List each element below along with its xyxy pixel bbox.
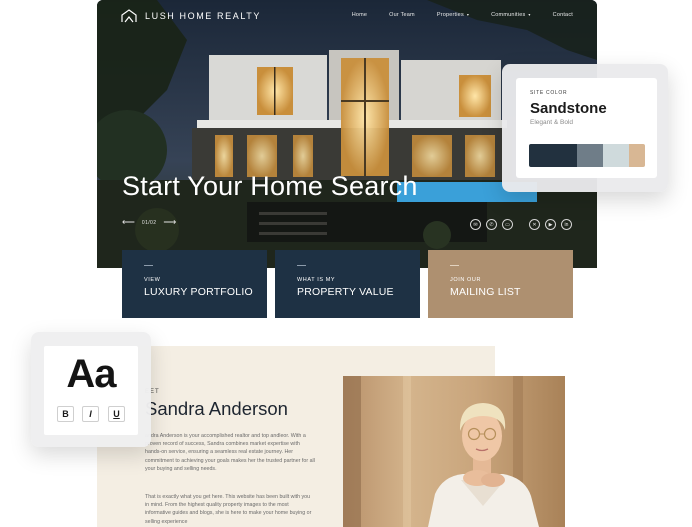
nav-menu: Home Our Team Properties ▾ Communities ▾ C…	[352, 12, 573, 18]
nav-item-label: Home	[351, 12, 368, 18]
tile-dash	[144, 265, 153, 266]
cta-property-value[interactable]: WHAT IS MY PROPERTY VALUE	[275, 250, 420, 318]
site-color-panel: SITE COLOR Sandstone Elegant & Bold	[502, 64, 668, 192]
palette-name: Sandstone	[530, 100, 607, 117]
agent-name: Sandra Anderson	[145, 398, 288, 419]
about-paragraph-2: That is exactly what you get here. This …	[145, 494, 312, 525]
arrow-left-icon[interactable]: ⟵	[122, 218, 135, 227]
linkedin-icon[interactable]: in	[561, 219, 572, 230]
swatch-sand[interactable]	[629, 144, 645, 167]
nav-item-contact[interactable]: Contact	[553, 12, 573, 18]
cta-mailing-list[interactable]: JOIN OUR MAILING LIST	[428, 250, 573, 318]
house-logo-icon	[121, 9, 137, 23]
color-swatches	[529, 144, 645, 167]
chevron-down-icon: ▾	[528, 12, 531, 17]
phone-icon[interactable]: ✆	[486, 219, 497, 230]
nav-item-communities[interactable]: Communities ▾	[491, 12, 531, 18]
slide-counter: 01/02	[141, 219, 157, 226]
cta-luxury-portfolio[interactable]: VIEW LUXURY PORTFOLIO	[122, 250, 267, 318]
underline-button[interactable]: U	[108, 406, 125, 422]
nav-item-label: Communities	[491, 12, 526, 18]
top-navigation: LUSH HOME REALTY Home Our Team Propertie…	[97, 0, 597, 32]
nav-item-our-team[interactable]: Our Team	[389, 12, 415, 18]
nav-item-home[interactable]: Home	[352, 12, 367, 18]
cta-kicker: JOIN OUR	[450, 277, 482, 283]
typography-panel: Aa B I U	[31, 332, 151, 447]
site-color-card[interactable]: SITE COLOR Sandstone Elegant & Bold	[516, 78, 657, 178]
site-color-label: SITE COLOR	[530, 90, 568, 96]
brand-name: LUSH HOME REALTY	[145, 11, 261, 21]
nav-item-label: Properties	[436, 12, 464, 18]
agent-portrait	[343, 376, 565, 527]
cta-kicker: WHAT IS MY	[297, 277, 336, 283]
font-sample: Aa	[66, 352, 116, 396]
cta-heading: PROPERTY VALUE	[297, 286, 394, 298]
cta-kicker: VIEW	[144, 277, 161, 283]
x-icon[interactable]: ✕	[529, 219, 540, 230]
palette-subtitle: Elegant & Bold	[530, 119, 574, 126]
youtube-icon[interactable]: ▶	[545, 219, 556, 230]
brand-logo[interactable]: LUSH HOME REALTY	[121, 9, 261, 23]
chat-icon[interactable]: ▭	[502, 219, 513, 230]
email-icon[interactable]: ✉	[470, 219, 481, 230]
hero-title: Start Your Home Search	[122, 171, 418, 201]
nav-item-label: Contact	[552, 12, 573, 18]
agent-photo	[343, 376, 565, 527]
bold-button[interactable]: B	[57, 406, 74, 422]
swatch-slate[interactable]	[577, 144, 603, 167]
chevron-down-icon: ▾	[466, 12, 470, 17]
about-paragraph-1: andra Anderson is your accomplished real…	[145, 433, 315, 472]
italic-button[interactable]: I	[82, 406, 99, 422]
cta-heading: LUXURY PORTFOLIO	[144, 286, 253, 298]
arrow-right-icon[interactable]: ⟶	[163, 218, 176, 227]
swatch-dark-navy[interactable]	[529, 144, 577, 167]
cta-heading: MAILING LIST	[450, 286, 521, 298]
social-links: ✉ ✆ ▭ ✕ ▶ in	[470, 219, 572, 230]
tile-dash	[450, 265, 459, 266]
tile-dash	[297, 265, 306, 266]
hero-slider-controls: ⟵ 01/02 ⟶	[122, 218, 176, 227]
nav-item-label: Our Team	[389, 12, 415, 18]
typography-card[interactable]: Aa B I U	[44, 346, 138, 435]
swatch-mist[interactable]	[603, 144, 629, 167]
nav-item-properties[interactable]: Properties ▾	[437, 12, 469, 18]
